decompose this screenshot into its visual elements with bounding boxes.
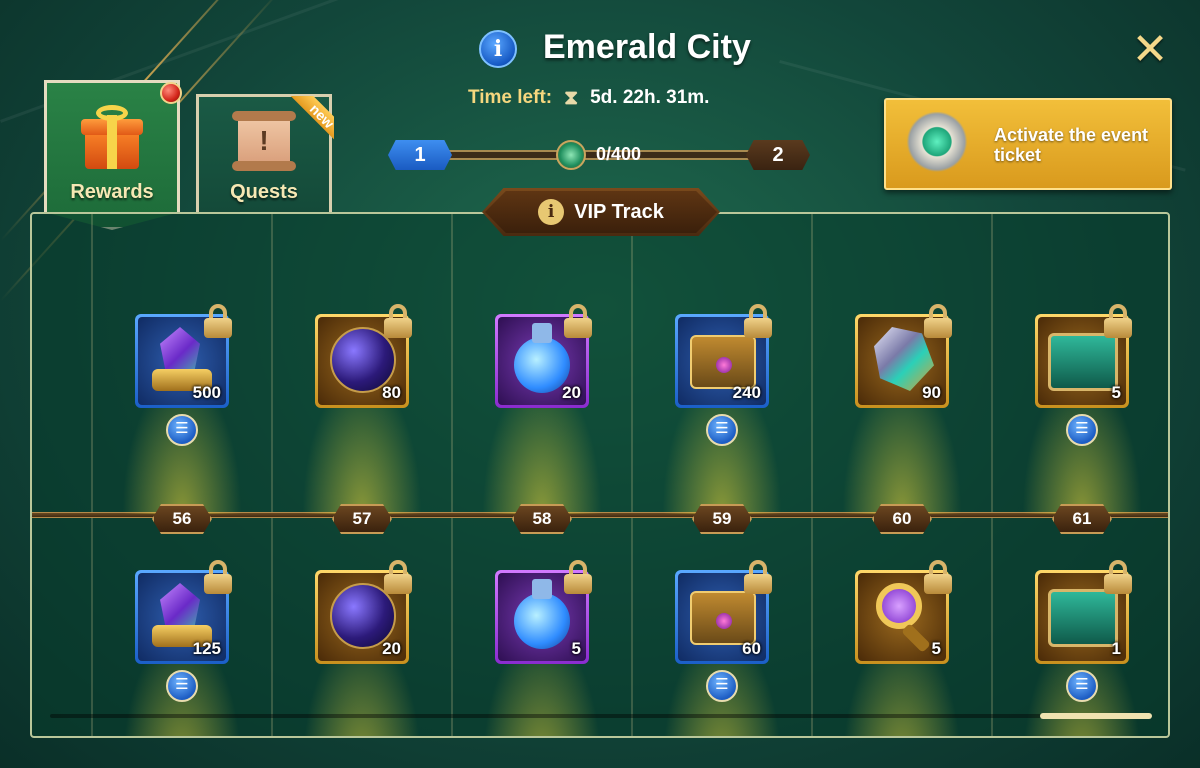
- vip-track-label: VIP Track: [574, 200, 664, 223]
- item-art: [532, 323, 552, 343]
- horizontal-scrollbar[interactable]: [50, 713, 1152, 719]
- hourglass-icon: ⧗: [564, 87, 579, 109]
- new-ribbon-label: new: [288, 96, 334, 150]
- tab-rewards[interactable]: Rewards: [44, 80, 180, 230]
- current-level-badge: 1: [388, 140, 452, 170]
- time-left-label: Time left:: [468, 87, 553, 108]
- lock-icon: [204, 560, 232, 594]
- activate-ticket-label: Activate the event ticket: [994, 125, 1149, 165]
- column-divider: [991, 214, 993, 736]
- reward-quantity: 20: [562, 383, 581, 402]
- column-divider: [811, 214, 813, 736]
- column-divider: [91, 214, 93, 736]
- reward-quantity: 5: [571, 639, 581, 658]
- emerald-icon: [556, 140, 586, 170]
- time-left-value: 5d. 22h. 31m.: [590, 87, 710, 108]
- lock-icon: [924, 560, 952, 594]
- vip-track-panel[interactable]: 500 ☰ 80 20 240 ☰ 90 5 ☰ 125 ☰ 20 5 60 ☰ 5 1 ☰ 56 57 58 59 60 6…: [30, 212, 1170, 738]
- level-marker: 60: [872, 504, 932, 534]
- next-level-badge: 2: [746, 140, 810, 170]
- level-marker: 56: [152, 504, 212, 534]
- vip-track-banner[interactable]: i VIP Track: [482, 188, 720, 236]
- level-marker: 57: [332, 504, 392, 534]
- close-button[interactable]: ✕: [1130, 28, 1170, 72]
- item-art: [876, 583, 922, 629]
- list-icon[interactable]: ☰: [706, 670, 738, 702]
- list-icon[interactable]: ☰: [1066, 670, 1098, 702]
- lock-icon: [1104, 304, 1132, 338]
- info-icon[interactable]: i: [479, 30, 517, 68]
- info-icon[interactable]: i: [538, 199, 565, 225]
- reward-quantity: 500: [192, 383, 221, 402]
- item-art: [901, 623, 931, 653]
- item-art: [514, 593, 570, 649]
- reward-quantity: 5: [1111, 383, 1121, 402]
- list-icon[interactable]: ☰: [166, 670, 198, 702]
- item-art: [532, 579, 552, 599]
- new-ribbon: new: [280, 96, 334, 150]
- header: i Emerald City ✕: [0, 0, 1200, 90]
- column-divider: [451, 214, 453, 736]
- event-progress-bar: 1 0/400 2: [388, 138, 812, 172]
- event-ticket-icon: [902, 112, 972, 178]
- tab-rewards-label: Rewards: [70, 181, 154, 203]
- notification-badge: [160, 82, 182, 104]
- lock-icon: [564, 304, 592, 338]
- reward-quantity: 125: [192, 639, 221, 658]
- list-icon[interactable]: ☰: [166, 414, 198, 446]
- level-marker: 61: [1052, 504, 1112, 534]
- progress-text: 0/400: [596, 144, 642, 164]
- gift-icon: [81, 105, 143, 171]
- level-marker: 59: [692, 504, 752, 534]
- reward-quantity: 240: [732, 383, 761, 402]
- lock-icon: [924, 304, 952, 338]
- item-art: [1048, 333, 1118, 391]
- item-art: [716, 357, 732, 373]
- lock-icon: [744, 304, 772, 338]
- time-left-row: Time left: ⧗ 5d. 22h. 31m.: [468, 86, 709, 110]
- list-icon[interactable]: ☰: [706, 414, 738, 446]
- item-art: [1048, 589, 1118, 647]
- column-divider: [271, 214, 273, 736]
- tab-quests-label: Quests: [230, 181, 298, 203]
- reward-quantity: 20: [382, 639, 401, 658]
- column-divider: [631, 214, 633, 736]
- lock-icon: [204, 304, 232, 338]
- reward-quantity: 60: [742, 639, 761, 658]
- lock-icon: [744, 560, 772, 594]
- scrollbar-thumb[interactable]: [1040, 713, 1152, 719]
- lock-icon: [384, 304, 412, 338]
- level-marker: 58: [512, 504, 572, 534]
- lock-icon: [564, 560, 592, 594]
- lock-icon: [384, 560, 412, 594]
- item-art: [716, 613, 732, 629]
- reward-quantity: 1: [1111, 639, 1121, 658]
- reward-quantity: 90: [922, 383, 941, 402]
- activate-ticket-button[interactable]: Activate the event ticket: [884, 98, 1172, 190]
- reward-quantity: 80: [382, 383, 401, 402]
- page-title: Emerald City: [543, 28, 751, 66]
- reward-quantity: 5: [931, 639, 941, 658]
- lock-icon: [1104, 560, 1132, 594]
- list-icon[interactable]: ☰: [1066, 414, 1098, 446]
